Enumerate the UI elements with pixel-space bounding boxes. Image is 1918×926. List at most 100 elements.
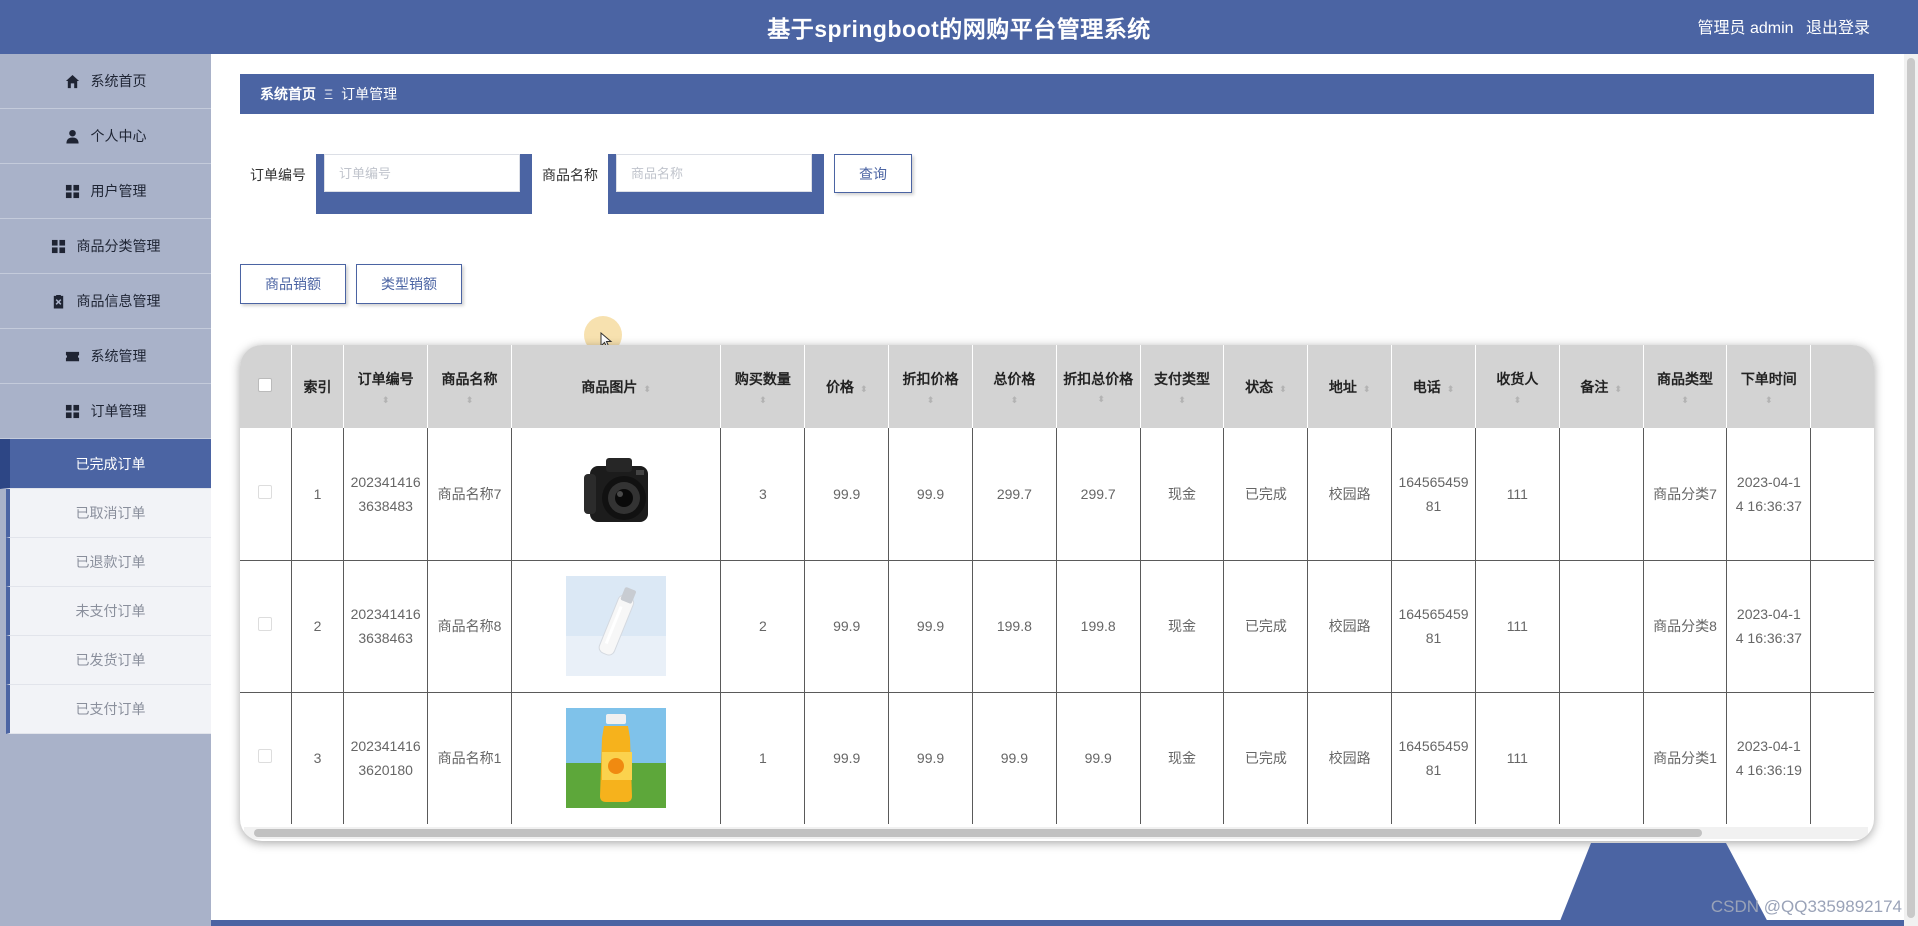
sort-icon[interactable]: ⬍ [893, 395, 968, 405]
cell-price: 99.9 [804, 692, 890, 824]
cell-address: 校园路 [1307, 428, 1393, 561]
sidebar-item-category[interactable]: 商品分类管理 [0, 219, 211, 274]
col-header[interactable]: 地址 ⬍ [1307, 345, 1393, 428]
col-header[interactable]: 备注 ⬍ [1559, 345, 1644, 428]
order-no-box [316, 154, 532, 214]
col-header[interactable]: 折扣价格 ⬍ [888, 345, 973, 428]
cell-order-time: 2023-04-14 16:36:37 [1726, 560, 1812, 693]
cell-phone: 16456545981 [1391, 560, 1476, 693]
col-header[interactable]: 商品类型 ⬍ [1643, 345, 1728, 428]
col-header[interactable]: 商品图片 ⬍ [511, 345, 722, 428]
scrollbar-thumb[interactable] [1907, 58, 1915, 918]
order-no-input[interactable] [324, 154, 520, 192]
sort-icon[interactable]: ⬍ [1614, 384, 1622, 394]
sidebar-item-system[interactable]: 系统管理 [0, 329, 211, 384]
cell-status: 已完成 [1223, 428, 1309, 561]
query-button[interactable]: 查询 [834, 154, 912, 193]
row-checkbox[interactable] [258, 484, 273, 499]
sidebar-item-label: 商品分类管理 [76, 238, 161, 254]
row-select-cell [240, 560, 292, 693]
sort-icon[interactable]: ⬍ [1447, 384, 1455, 394]
sort-icon[interactable]: ⬍ [643, 384, 651, 394]
sidebar-item-label: 系统管理 [90, 348, 147, 364]
cell-order-no: 2023414163638483 [343, 428, 429, 561]
cell-receiver: 111 [1475, 692, 1560, 824]
col-header[interactable]: 状态 ⬍ [1223, 345, 1309, 428]
sidebar-item-label: 订单管理 [90, 403, 147, 419]
submenu-cancelled-orders[interactable]: 已取消订单 [6, 489, 211, 538]
watermark-text: CSDN @QQ3359892174 [1710, 897, 1902, 916]
sort-icon[interactable]: ⬍ [1279, 384, 1287, 394]
serum-bottle-image [566, 576, 667, 676]
col-header[interactable]: 购买数量 ⬍ [720, 345, 806, 428]
sort-icon[interactable]: ⬍ [1363, 384, 1371, 394]
sort-icon[interactable]: ⬍ [348, 395, 423, 405]
cell-image [511, 428, 722, 561]
sort-icon[interactable]: ⬍ [860, 384, 868, 394]
cell-category: 商品分类7 [1643, 428, 1728, 561]
row-select-cell [240, 692, 292, 824]
cell-pay-type: 现金 [1140, 692, 1225, 824]
select-all-checkbox[interactable] [258, 378, 273, 392]
col-header[interactable]: 商品名称 ⬍ [427, 345, 512, 428]
col-header[interactable]: 下单时间 ⬍ [1726, 345, 1812, 428]
product-sales-button[interactable]: 商品销额 [240, 264, 346, 304]
col-header[interactable]: 折扣总价格⬍ [1056, 345, 1141, 428]
sidebar-item-users[interactable]: 用户管理 [0, 164, 211, 219]
app-title: 基于springboot的网购平台管理系统 [767, 16, 1151, 42]
row-checkbox[interactable] [258, 749, 273, 764]
submenu-completed-orders[interactable]: 已完成订单 [0, 439, 211, 489]
sort-icon[interactable]: ⬍ [432, 395, 507, 405]
select-all-cell [240, 345, 292, 428]
breadcrumb-current: 订单管理 [341, 86, 398, 102]
col-header[interactable]: 订单编号 ⬍ [343, 345, 429, 428]
sidebar-item-profile[interactable]: 个人中心 [0, 109, 211, 164]
cell-phone: 16456545981 [1391, 692, 1476, 824]
sidebar-item-product[interactable]: 商品信息管理 [0, 274, 211, 329]
cell-name: 商品名称8 [427, 560, 512, 693]
col-header[interactable]: 索引 [291, 345, 345, 428]
ticket-icon [65, 348, 81, 364]
col-header[interactable]: 价格 ⬍ [804, 345, 890, 428]
sort-icon[interactable]: ⬍ [1731, 395, 1806, 405]
sort-icon[interactable]: ⬍ [1145, 395, 1220, 405]
logout-link[interactable]: 退出登录 [1806, 20, 1870, 37]
sidebar-item-home[interactable]: 系统首页 [0, 54, 211, 109]
breadcrumb-home[interactable]: 系统首页 [260, 84, 316, 104]
camera-image [584, 457, 649, 522]
sort-icon[interactable]: ⬍ [725, 395, 800, 405]
col-header[interactable]: 总价格 ⬍ [972, 345, 1057, 428]
submenu-refunded-orders[interactable]: 已退款订单 [6, 538, 211, 587]
table-row[interactable]: 3 2023414163620180 商品名称1 1 99.9 99.9 99.… [240, 692, 1874, 824]
type-sales-button[interactable]: 类型销额 [356, 264, 462, 304]
page-scrollbar[interactable] [1904, 54, 1918, 926]
row-checkbox[interactable] [258, 617, 273, 631]
sidebar-item-orders[interactable]: 订单管理 [0, 384, 211, 439]
cell-order-no: 2023414163638463 [343, 560, 429, 693]
table-horizontal-scrollbar[interactable] [244, 827, 1868, 839]
product-name-input[interactable] [616, 154, 812, 192]
sidebar-item-label: 系统首页 [90, 73, 147, 89]
submenu-paid-orders[interactable]: 已支付订单 [6, 685, 211, 734]
sort-icon[interactable]: ⬍ [1648, 395, 1723, 405]
table-row[interactable]: 2 2023414163638463 商品名称8 2 99.9 99.9 199… [240, 560, 1874, 693]
bottom-bar [211, 920, 1904, 926]
sort-icon[interactable]: ⬍ [977, 395, 1052, 405]
cell-qty: 2 [720, 560, 806, 693]
submenu-shipped-orders[interactable]: 已发货订单 [6, 636, 211, 685]
sort-icon[interactable]: ⬍ [1097, 394, 1105, 404]
cell-qty: 3 [720, 428, 806, 561]
top-header: 基于springboot的网购平台管理系统 管理员 admin 退出登录 [0, 0, 1918, 54]
scrollbar-thumb[interactable] [254, 829, 1702, 837]
sort-icon[interactable]: ⬍ [1480, 395, 1555, 405]
cell-pay-type: 现金 [1140, 560, 1225, 693]
table-row[interactable]: 1 2023414163638483 商品名称7 3 99.9 99.9 299… [240, 428, 1874, 561]
col-header[interactable]: 收货人 ⬍ [1475, 345, 1560, 428]
col-header[interactable]: 支付类型 ⬍ [1140, 345, 1225, 428]
cell-order-time: 2023-04-14 16:36:19 [1726, 692, 1812, 824]
cell-discount-price: 99.9 [888, 428, 973, 561]
cell-actions [1810, 428, 1874, 561]
cell-category: 商品分类1 [1643, 692, 1728, 824]
submenu-unpaid-orders[interactable]: 未支付订单 [6, 587, 211, 636]
col-header[interactable]: 电话 ⬍ [1391, 345, 1476, 428]
